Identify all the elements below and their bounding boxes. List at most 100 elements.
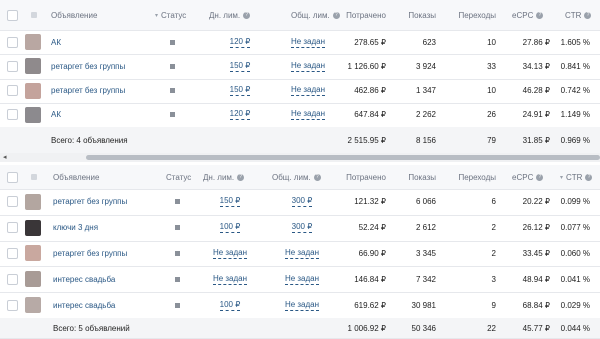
- help-icon[interactable]: ?: [237, 173, 245, 181]
- help-icon[interactable]: ?: [313, 173, 321, 181]
- ad-name-link[interactable]: ключи 3 дня: [53, 215, 98, 241]
- ad-image[interactable]: [25, 297, 41, 314]
- status-indicator[interactable]: [175, 215, 180, 241]
- ad-image[interactable]: [25, 193, 41, 210]
- total-limit-link[interactable]: Не задан: [290, 61, 326, 72]
- col-header-spent[interactable]: Потрачено: [330, 0, 386, 30]
- checkbox-box[interactable]: [7, 299, 18, 311]
- total-limit-link[interactable]: Не задан: [290, 85, 326, 97]
- col-header-shows[interactable]: Показы: [400, 165, 436, 189]
- checkbox-box[interactable]: [7, 273, 18, 285]
- scroll-left-arrow-icon[interactable]: ◂: [3, 153, 7, 162]
- total-limit-link[interactable]: Не задан: [290, 37, 326, 48]
- day-limit-link[interactable]: 120 ₽: [229, 109, 251, 121]
- col-header-name[interactable]: Объявление: [53, 165, 99, 189]
- ad-name-link[interactable]: АК: [51, 103, 61, 127]
- total-limit-link[interactable]: Не задан: [284, 300, 320, 311]
- help-icon[interactable]: ?: [536, 173, 544, 181]
- ad-thumbnail[interactable]: [25, 266, 41, 292]
- day-limit-link[interactable]: Не задан: [212, 248, 248, 259]
- total-limit-cell[interactable]: Не задан: [286, 54, 330, 78]
- day-limit-link[interactable]: 120 ₽: [229, 37, 251, 48]
- col-header-status[interactable]: Статус: [166, 165, 191, 189]
- col-header-spent[interactable]: Потрачено: [330, 165, 386, 189]
- ad-thumbnail[interactable]: [25, 54, 41, 78]
- col-header-ctr[interactable]: CTR ?: [565, 0, 592, 30]
- row-checkbox[interactable]: [7, 103, 18, 127]
- row-checkbox[interactable]: [7, 241, 18, 267]
- status-indicator[interactable]: [170, 103, 175, 127]
- total-limit-link[interactable]: 300 ₽: [291, 222, 313, 234]
- total-limit-cell[interactable]: Не задан: [280, 266, 324, 292]
- checkbox-box[interactable]: [7, 85, 18, 97]
- col-header-ecpc[interactable]: eCPC ?: [512, 0, 544, 30]
- checkbox-box[interactable]: [7, 247, 18, 259]
- col-header-total-limit[interactable]: Общ. лим. ?: [272, 165, 321, 189]
- col-header-shows[interactable]: Показы: [400, 0, 436, 30]
- ad-thumbnail[interactable]: [25, 241, 41, 267]
- status-indicator[interactable]: [170, 54, 175, 78]
- total-limit-cell[interactable]: 300 ₽: [280, 215, 324, 241]
- day-limit-link[interactable]: Не задан: [212, 274, 248, 285]
- day-limit-cell[interactable]: Не задан: [208, 266, 252, 292]
- status-indicator[interactable]: [170, 79, 175, 103]
- status-indicator[interactable]: [175, 241, 180, 267]
- day-limit-link[interactable]: 100 ₽: [219, 300, 241, 311]
- col-header-name[interactable]: Объявление: [51, 0, 97, 30]
- row-checkbox[interactable]: [7, 266, 18, 292]
- checkbox-box[interactable]: [7, 36, 18, 48]
- col-header-clicks[interactable]: Переходы: [450, 0, 496, 30]
- total-limit-cell[interactable]: Не задан: [286, 79, 330, 103]
- total-limit-cell[interactable]: Не задан: [280, 241, 324, 267]
- row-checkbox[interactable]: [7, 189, 18, 215]
- row-checkbox[interactable]: [7, 215, 18, 241]
- status-indicator[interactable]: [175, 292, 180, 318]
- status-indicator[interactable]: [175, 189, 180, 215]
- total-limit-link[interactable]: 300 ₽: [291, 196, 313, 208]
- checkbox-box[interactable]: [7, 109, 18, 121]
- ad-image[interactable]: [25, 106, 41, 123]
- col-header-clicks[interactable]: Переходы: [450, 165, 496, 189]
- ad-name-link[interactable]: ретаргет без группы: [51, 79, 125, 103]
- ad-name-link[interactable]: ретаргет без группы: [51, 54, 125, 78]
- col-header-day-limit[interactable]: Дн. лим. ?: [203, 165, 245, 189]
- row-checkbox[interactable]: [7, 54, 18, 78]
- status-indicator[interactable]: [170, 30, 175, 54]
- col-header-status[interactable]: ▾ Статус: [155, 0, 186, 30]
- ad-name-link[interactable]: интерес свадьба: [53, 266, 115, 292]
- day-limit-cell[interactable]: 120 ₽: [222, 103, 258, 127]
- checkbox-box[interactable]: [7, 196, 18, 208]
- select-all-checkbox[interactable]: [7, 165, 18, 189]
- day-limit-link[interactable]: 150 ₽: [229, 61, 251, 72]
- ad-image[interactable]: [25, 271, 41, 288]
- ad-image[interactable]: [25, 82, 41, 99]
- day-limit-cell[interactable]: 150 ₽: [208, 189, 252, 215]
- total-limit-link[interactable]: Не задан: [284, 248, 320, 259]
- col-header-ecpc[interactable]: eCPC ?: [512, 165, 544, 189]
- ad-thumbnail[interactable]: [25, 30, 41, 54]
- ad-thumbnail[interactable]: [25, 189, 41, 215]
- day-limit-cell[interactable]: 120 ₽: [222, 30, 258, 54]
- day-limit-link[interactable]: 150 ₽: [219, 196, 241, 208]
- checkbox-box[interactable]: [7, 60, 18, 72]
- checkbox-box[interactable]: [7, 222, 18, 234]
- ad-thumbnail[interactable]: [25, 292, 41, 318]
- total-limit-cell[interactable]: 300 ₽: [280, 189, 324, 215]
- day-limit-cell[interactable]: 150 ₽: [222, 79, 258, 103]
- ad-thumbnail[interactable]: [25, 103, 41, 127]
- row-checkbox[interactable]: [7, 292, 18, 318]
- help-icon[interactable]: ?: [536, 11, 544, 19]
- ad-name-link[interactable]: интерес свадьба: [53, 292, 115, 318]
- day-limit-cell[interactable]: 100 ₽: [208, 215, 252, 241]
- row-checkbox[interactable]: [7, 79, 18, 103]
- day-limit-cell[interactable]: 150 ₽: [222, 54, 258, 78]
- status-indicator[interactable]: [175, 266, 180, 292]
- col-header-day-limit[interactable]: Дн. лим. ?: [209, 0, 251, 30]
- horizontal-scrollbar[interactable]: ◂: [0, 153, 600, 162]
- ad-image[interactable]: [25, 219, 41, 236]
- scrollbar-thumb[interactable]: [86, 155, 600, 160]
- day-limit-link[interactable]: 100 ₽: [219, 222, 241, 234]
- help-icon[interactable]: ?: [243, 11, 251, 19]
- day-limit-link[interactable]: 150 ₽: [229, 85, 251, 97]
- ad-name-link[interactable]: ретаргет без группы: [53, 241, 127, 267]
